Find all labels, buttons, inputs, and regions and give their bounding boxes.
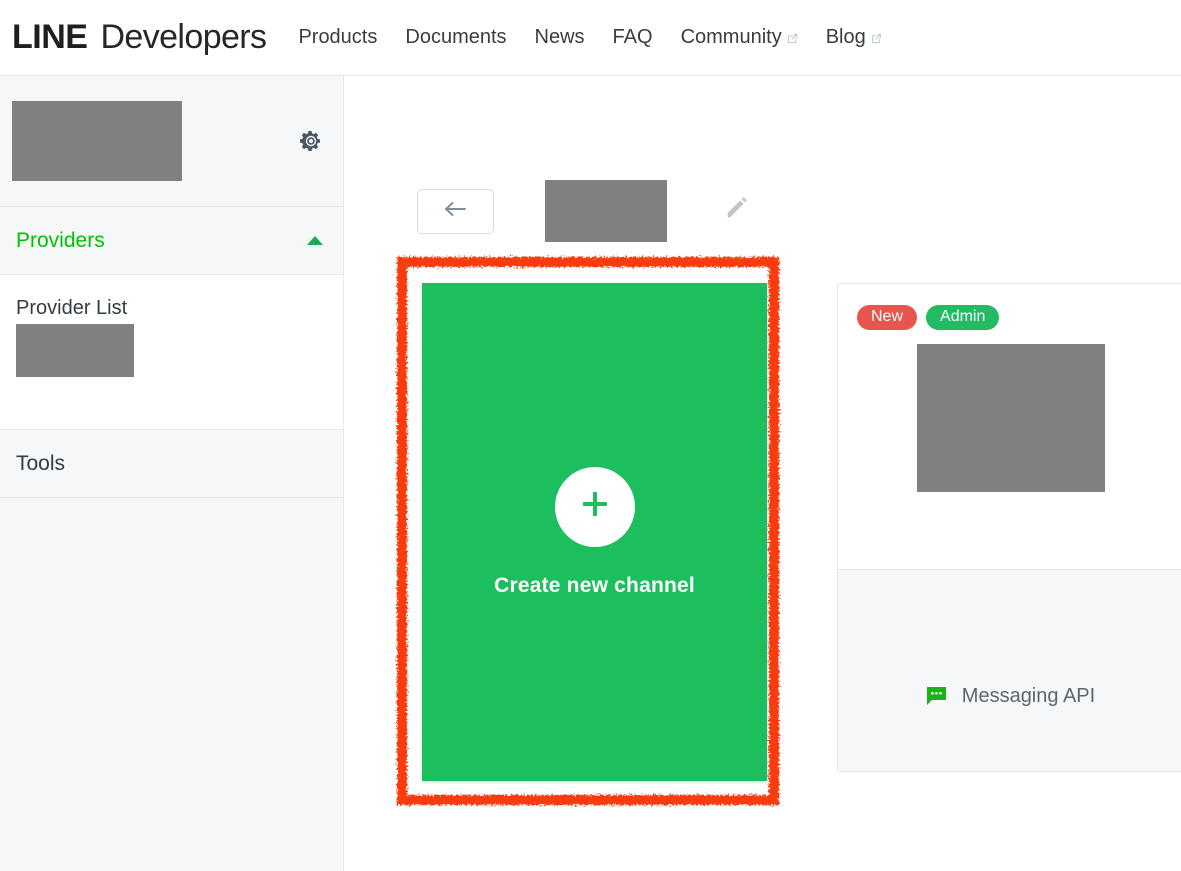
sidebar-section-providers[interactable]: Providers [0,207,343,275]
arrow-left-icon [443,200,469,223]
nav-label: Products [298,26,377,49]
external-link-icon [787,27,798,38]
brand-secondary: Developers [100,18,266,57]
channel-cards: Create new channel [344,283,1181,781]
brand-primary: LINE [12,18,87,57]
page-body: Providers Provider List Tools [0,76,1181,871]
sidebar-section-label: Providers [16,229,105,253]
pencil-icon [722,194,752,229]
nav-item-products[interactable]: Products [298,26,377,49]
channel-card-top: New Admin [838,284,1181,569]
nav-label: Community [681,26,782,49]
channel-card-footer: Messaging API [838,569,1181,771]
nav-item-news[interactable]: News [535,26,585,49]
nav-label: Documents [405,26,506,49]
edit-button[interactable] [722,196,752,226]
nav-label: Blog [826,26,866,49]
create-new-channel-card[interactable]: Create new channel [422,283,767,781]
back-button[interactable] [417,189,494,234]
status-badge-new: New [857,305,917,330]
sidebar-provider-list: Provider List [0,275,343,430]
sidebar-section-label: Tools [16,452,65,476]
channel-title-redacted [545,180,667,242]
account-name-redacted [12,101,182,181]
channel-type: Messaging API [927,622,1095,771]
provider-list-title: Provider List [16,297,327,320]
nav-item-community[interactable]: Community [681,26,798,49]
chevron-up-icon[interactable] [307,236,323,245]
create-channel-label: Create new channel [494,574,695,598]
sidebar-filler [0,498,343,828]
channel-thumbnail-redacted [917,344,1105,492]
channel-card[interactable]: New Admin [837,283,1181,772]
content-toolbar [344,76,1181,242]
nav-item-faq[interactable]: FAQ [613,26,653,49]
nav-label: FAQ [613,26,653,49]
brand-logo[interactable]: LINE Developers [12,18,266,57]
nav-label: News [535,26,585,49]
site-header: LINE Developers Products Documents News … [0,0,1181,76]
nav-item-documents[interactable]: Documents [405,26,506,49]
chat-bubble-icon [927,687,948,706]
gear-icon[interactable] [299,129,323,153]
status-badge-admin: Admin [926,305,999,330]
sidebar-section-tools[interactable]: Tools [0,430,343,498]
channel-thumbnail-row [838,344,1181,492]
sidebar: Providers Provider List Tools [0,76,344,871]
main-navigation: Products Documents News FAQ Community Bl… [298,26,881,49]
provider-item-redacted[interactable] [16,324,134,377]
plus-circle [555,467,635,547]
create-channel-card-wrapper: Create new channel [422,283,767,781]
sidebar-account-row[interactable] [0,76,343,207]
plus-icon [578,487,612,526]
channel-badges: New Admin [838,305,1181,330]
nav-item-blog[interactable]: Blog [826,26,882,49]
main-content: Create new channel [344,76,1181,871]
channel-type-label: Messaging API [962,685,1095,708]
external-link-icon [871,27,882,38]
